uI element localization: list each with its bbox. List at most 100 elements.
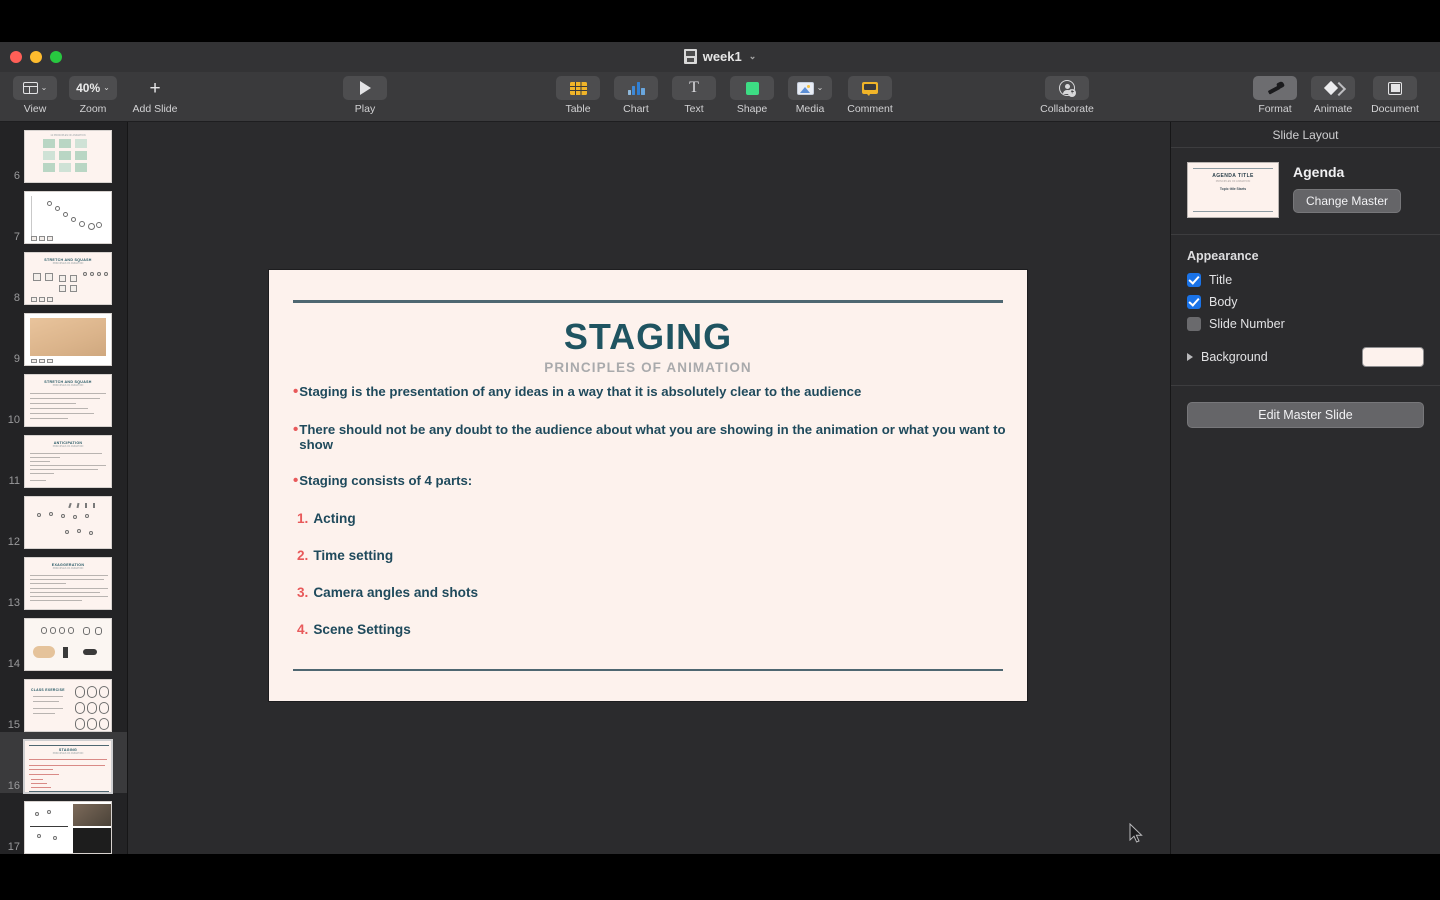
document-title-group[interactable]: week1 ⌄	[0, 49, 1440, 64]
thumb-title: CLASS EXERCISE	[31, 688, 65, 692]
toolbar-chart-button[interactable]: Chart	[609, 76, 663, 115]
checkbox-slide-number-label: Slide Number	[1209, 317, 1285, 331]
toolbar-zoom-button[interactable]: 40% ⌄ Zoom	[66, 76, 120, 115]
toolbar-shape-label: Shape	[736, 103, 768, 115]
slide-number: 12	[7, 536, 20, 548]
toolbar-collaborate-button[interactable]: + Collaborate	[1033, 76, 1101, 115]
numbered-text: Acting	[313, 510, 356, 526]
document-icon	[1388, 81, 1402, 95]
checkbox-slide-number[interactable]	[1187, 317, 1201, 331]
toolbar-format-button[interactable]: Format	[1248, 76, 1302, 115]
bullet-item[interactable]: • Staging is the presentation of any ide…	[293, 384, 1007, 400]
toolbar-view-button[interactable]: ⌄ View	[8, 76, 62, 115]
slide-number: 9	[13, 353, 20, 365]
slide-canvas-area[interactable]: STAGING PRINCIPLES OF ANIMATION • Stagin…	[128, 122, 1170, 854]
slide-subtitle[interactable]: PRINCIPLES OF ANIMATION	[269, 360, 1027, 375]
numbered-item[interactable]: 1. Acting	[293, 511, 1007, 527]
bullet-item[interactable]: • Staging consists of 4 parts:	[293, 473, 1007, 489]
master-section: AGENDA TITLE PRINCIPLES OF ANIMATION Top…	[1171, 148, 1440, 235]
numbered-item[interactable]: 3. Camera angles and shots	[293, 585, 1007, 601]
slide-thumbnail[interactable]: 12 PRINCIPLES OF ANIMATION	[24, 130, 112, 183]
collaborate-icon: +	[1059, 80, 1076, 97]
list-item[interactable]: 14	[0, 610, 127, 671]
inspector-header: Slide Layout	[1171, 122, 1440, 148]
format-inspector: Slide Layout AGENDA TITLE PRINCIPLES OF …	[1170, 122, 1440, 854]
appearance-option-slide-number[interactable]: Slide Number	[1187, 317, 1424, 331]
shape-icon	[745, 81, 759, 95]
slide-thumbnail[interactable]	[24, 801, 112, 854]
toolbar-add-slide-button[interactable]: + Add Slide	[124, 76, 186, 116]
toolbar-comment-button[interactable]: Comment	[841, 76, 899, 115]
slide-thumbnail[interactable]: STRETCH AND SQUASH PRINCIPLES OF ANIMATI…	[24, 252, 112, 305]
slide-thumbnail[interactable]: CLASS EXERCISE	[24, 679, 112, 732]
list-item[interactable]: 6 12 PRINCIPLES OF ANIMATION	[0, 122, 127, 183]
bullet-item[interactable]: • There should not be any doubt to the a…	[293, 420, 1007, 453]
bullet-marker: •	[293, 420, 299, 438]
format-brush-icon	[1267, 81, 1284, 96]
toolbar-insert-group: Table Chart T Text Shape ⌄ Media Comment	[551, 76, 899, 115]
slide-thumbnail[interactable]: ANTICIPATION PRINCIPLES OF ANIMATION	[24, 435, 112, 488]
list-item[interactable]: 17	[0, 793, 127, 854]
body-area: 6 12 PRINCIPLES OF ANIMATION 7 8 STRETCH…	[0, 122, 1440, 854]
list-item[interactable]: 10 STRETCH AND SQUASH PRINCIPLES OF ANIM…	[0, 366, 127, 427]
toolbar-shape-button[interactable]: Shape	[725, 76, 779, 115]
slide-thumbnail[interactable]: STAGING PRINCIPLES OF ANIMATION	[23, 739, 113, 794]
slide-canvas[interactable]: STAGING PRINCIPLES OF ANIMATION • Stagin…	[269, 270, 1027, 701]
toolbar-play-group: Play	[338, 76, 392, 115]
slide-thumbnail[interactable]: STRETCH AND SQUASH PRINCIPLES OF ANIMATI…	[24, 374, 112, 427]
master-thumb-subtitle2: Topic title Starts	[1219, 187, 1247, 191]
thumb-title: EXAGGERATION	[51, 563, 85, 567]
numbered-item[interactable]: 2. Time setting	[293, 548, 1007, 564]
toolbar-chart-label: Chart	[623, 103, 649, 115]
slide-thumbnail[interactable]	[24, 191, 112, 244]
toolbar-animate-button[interactable]: Animate	[1306, 76, 1360, 115]
checkbox-title[interactable]	[1187, 273, 1201, 287]
background-label: Background	[1201, 350, 1268, 364]
change-master-button[interactable]: Change Master	[1293, 189, 1402, 213]
master-slide-thumbnail[interactable]: AGENDA TITLE PRINCIPLES OF ANIMATION Top…	[1187, 162, 1279, 218]
thumb-title: STRETCH AND SQUASH	[44, 258, 92, 262]
edit-master-slide-button[interactable]: Edit Master Slide	[1187, 402, 1424, 428]
appearance-option-body[interactable]: Body	[1187, 295, 1424, 309]
list-item-selected[interactable]: 16 STAGING PRINCIPLES OF ANIMATION	[0, 732, 127, 794]
list-item[interactable]: 12	[0, 488, 127, 549]
slide-navigator[interactable]: 6 12 PRINCIPLES OF ANIMATION 7 8 STRETCH…	[0, 122, 128, 854]
checkbox-body[interactable]	[1187, 295, 1201, 309]
animate-diamond-icon	[1326, 81, 1341, 96]
master-name: Agenda	[1293, 164, 1345, 180]
slide-thumbnail[interactable]	[24, 313, 112, 366]
background-row[interactable]: Background	[1187, 343, 1424, 369]
comment-icon	[862, 82, 878, 96]
toolbar-play-button[interactable]: Play	[338, 76, 392, 115]
list-number: 4.	[297, 621, 309, 637]
numbered-item[interactable]: 4. Scene Settings	[293, 622, 1007, 638]
disclosure-triangle-icon[interactable]	[1187, 353, 1193, 361]
master-thumb-subtitle: PRINCIPLES OF ANIMATION	[1215, 180, 1251, 183]
appearance-option-title[interactable]: Title	[1187, 273, 1424, 287]
list-item[interactable]: 13 EXAGGERATION PRINCIPLES OF ANIMATION	[0, 549, 127, 610]
window-titlebar: week1 ⌄	[0, 42, 1440, 72]
slide-thumbnail[interactable]: EXAGGERATION PRINCIPLES OF ANIMATION	[24, 557, 112, 610]
chevron-down-icon[interactable]: ⌄	[749, 51, 757, 62]
slide-thumbnail[interactable]	[24, 496, 112, 549]
toolbar-table-button[interactable]: Table	[551, 76, 605, 115]
slide-thumbnail[interactable]	[24, 618, 112, 671]
bullet-text: There should not be any doubt to the aud…	[299, 421, 1006, 453]
bullet-marker: •	[293, 383, 299, 400]
toolbar-document-button[interactable]: Document	[1364, 76, 1426, 115]
background-color-swatch[interactable]	[1362, 347, 1424, 367]
list-item[interactable]: 8 STRETCH AND SQUASH PRINCIPLES OF ANIMA…	[0, 244, 127, 305]
checkbox-body-label: Body	[1209, 295, 1238, 309]
list-item[interactable]: 9	[0, 305, 127, 366]
toolbar-collaborate-group: + Collaborate	[1033, 76, 1101, 115]
slide-number: 6	[13, 170, 20, 182]
toolbar-left-group: ⌄ View 40% ⌄ Zoom + Add Slide	[8, 76, 186, 115]
slide-body[interactable]: • Staging is the presentation of any ide…	[293, 384, 1007, 659]
toolbar-media-button[interactable]: ⌄ Media	[783, 76, 837, 115]
slide-title[interactable]: STAGING	[269, 316, 1027, 358]
list-item[interactable]: 7	[0, 183, 127, 244]
list-number: 1.	[297, 510, 309, 526]
toolbar-text-button[interactable]: T Text	[667, 76, 721, 115]
list-item[interactable]: 11 ANTICIPATION PRINCIPLES OF ANIMATION	[0, 427, 127, 488]
list-item[interactable]: 15 CLASS EXERCISE	[0, 671, 127, 732]
